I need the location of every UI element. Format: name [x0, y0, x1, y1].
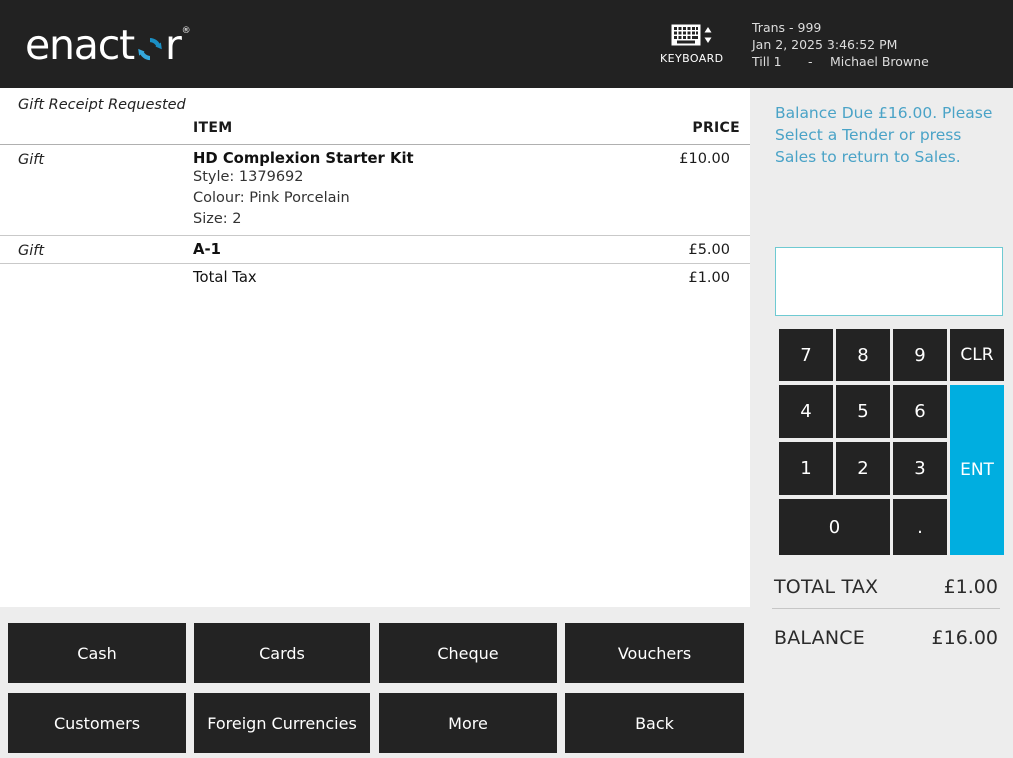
logo-trademark: ® — [181, 26, 191, 36]
keyboard-toggle[interactable]: KEYBOARD — [660, 22, 724, 65]
totals-section: TOTAL TAX £1.00 BALANCE £16.00 — [772, 570, 1000, 659]
row-item-price: £5.00 — [688, 242, 730, 258]
operator-name: Michael Browne — [830, 54, 929, 69]
row-gift-flag: Gift — [18, 152, 45, 168]
numeric-keypad: 7 8 9 CLR 4 5 6 ENT 1 2 3 0. — [779, 329, 1005, 555]
transaction-number: Trans - 999 — [752, 20, 822, 35]
receipt-pane: Gift Receipt Requested ITEM PRICE Gift HD… — [0, 88, 750, 607]
totals-spacer — [772, 609, 1000, 621]
tender-button-cheque[interactable]: Cheque — [379, 623, 557, 683]
app-header: enact r ® KEYBOARD Trans - 999 Jan 2, 20… — [0, 0, 1013, 88]
column-header-price: PRICE — [692, 120, 740, 136]
key-9[interactable]: 9 — [893, 329, 947, 381]
total-tax-label: TOTAL TAX — [774, 576, 879, 598]
row-item-attribute: Size: 2 — [193, 211, 242, 227]
key-enter[interactable]: ENT — [950, 385, 1004, 555]
balance-label: BALANCE — [774, 627, 865, 649]
key-8[interactable]: 8 — [836, 329, 890, 381]
pos-application: enact r ® KEYBOARD Trans - 999 Jan 2, 20… — [0, 0, 1013, 758]
row-top-line: Total Tax £1.00 — [193, 269, 740, 286]
balance-row: BALANCE £16.00 — [772, 621, 1000, 659]
row-item-name: HD Complexion Starter Kit — [193, 150, 414, 167]
till-label: Till 1 — [752, 54, 782, 69]
logo-text-left: enact — [25, 21, 135, 69]
key-2[interactable]: 2 — [836, 442, 890, 495]
key-clear[interactable]: CLR — [950, 329, 1004, 381]
row-item-name: Total Tax — [193, 269, 257, 286]
key-3[interactable]: 3 — [893, 442, 947, 495]
row-gift-flag: Gift — [18, 243, 45, 259]
key-decimal[interactable]: . — [893, 499, 947, 555]
gift-receipt-note: Gift Receipt Requested — [18, 97, 186, 113]
key-7[interactable]: 7 — [779, 329, 833, 381]
receipt-row-list: Gift HD Complexion Starter Kit £10.00 Style… — [0, 144, 750, 291]
total-tax-row: TOTAL TAX £1.00 — [772, 570, 1000, 609]
action-button-customers[interactable]: Customers — [8, 693, 186, 753]
row-item-attribute: Colour: Pink Porcelain — [193, 190, 350, 206]
column-header-item: ITEM — [193, 120, 233, 136]
row-top-line: A-1 £5.00 — [193, 241, 740, 258]
status-message: Balance Due £16.00. Please Select a Tend… — [775, 104, 993, 166]
balance-value: £16.00 — [931, 627, 998, 649]
tender-button-cash[interactable]: Cash — [8, 623, 186, 683]
key-0[interactable]: 0 — [779, 499, 890, 555]
action-button-back[interactable]: Back — [565, 693, 744, 753]
circular-refresh-icon — [135, 34, 165, 64]
receipt-row[interactable]: Total Tax £1.00 — [0, 263, 750, 291]
amount-input[interactable] — [775, 247, 1003, 316]
row-item-price: £10.00 — [679, 151, 730, 167]
till-operator-separator: - — [808, 54, 813, 69]
transaction-info: Trans - 999 Jan 2, 2025 3:46:52 PM Till … — [752, 19, 929, 70]
row-item-price: £1.00 — [688, 270, 730, 286]
row-body: Total Tax £1.00 — [193, 269, 740, 286]
row-top-line: HD Complexion Starter Kit £10.00 — [193, 150, 740, 167]
action-button-more[interactable]: More — [379, 693, 557, 753]
total-tax-value: £1.00 — [943, 576, 998, 598]
row-body: HD Complexion Starter Kit £10.00 Style: 13… — [193, 150, 740, 230]
row-body: A-1 £5.00 — [193, 241, 740, 258]
logo-text-right: r — [164, 21, 182, 69]
receipt-row[interactable]: Gift HD Complexion Starter Kit £10.00 Style… — [0, 144, 750, 235]
till-operator-line: Till 1 - Michael Browne — [752, 53, 929, 70]
key-6[interactable]: 6 — [893, 385, 947, 438]
enactor-logo: enact r ® — [25, 21, 191, 69]
receipt-row[interactable]: Gift A-1 £5.00 — [0, 235, 750, 263]
keyboard-label: KEYBOARD — [660, 52, 724, 65]
tender-button-cards[interactable]: Cards — [194, 623, 370, 683]
row-item-attribute: Style: 1379692 — [193, 169, 304, 185]
keyboard-icon-row — [660, 22, 722, 48]
transaction-datetime: Jan 2, 2025 3:46:52 PM — [752, 37, 898, 52]
tender-button-vouchers[interactable]: Vouchers — [565, 623, 744, 683]
key-1[interactable]: 1 — [779, 442, 833, 495]
receipt-table-header: ITEM PRICE — [0, 120, 750, 142]
chevron-updown-icon — [704, 25, 712, 45]
action-button-foreign-currencies[interactable]: Foreign Currencies — [194, 693, 370, 753]
keyboard-icon — [671, 24, 701, 46]
action-button-panel: Cash Cards Cheque Vouchers Customers Foreign … — [0, 607, 750, 758]
key-4[interactable]: 4 — [779, 385, 833, 438]
tender-side-panel: Balance Due £16.00. Please Select a Tend… — [750, 88, 1013, 758]
key-5[interactable]: 5 — [836, 385, 890, 438]
row-item-name: A-1 — [193, 241, 221, 258]
